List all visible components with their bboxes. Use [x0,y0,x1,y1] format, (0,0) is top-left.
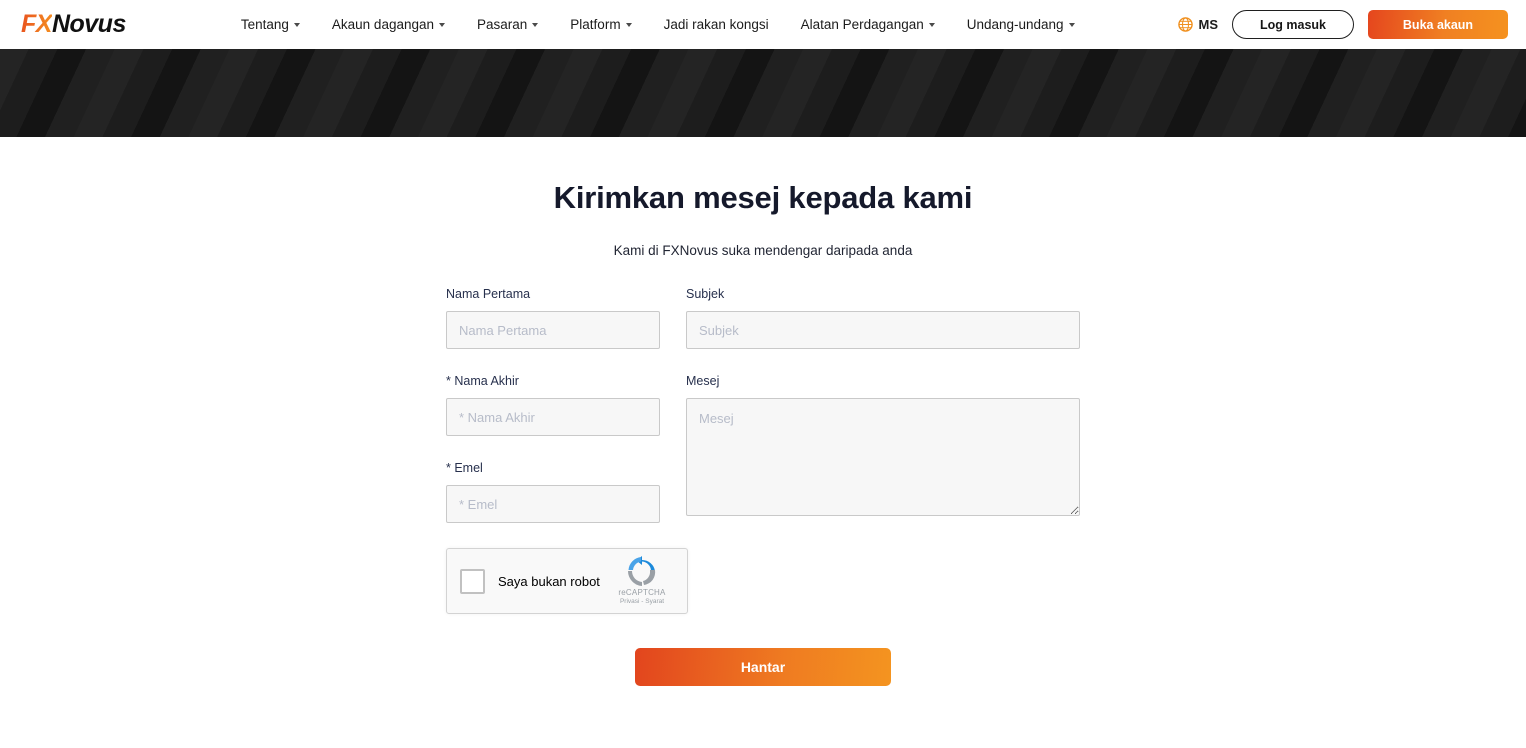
header-actions: MS Log masuk Buka akaun [1177,0,1508,49]
page-title: Kirimkan mesej kepada kami [553,180,973,215]
recaptcha-brand-text: reCAPTCHA [618,588,666,597]
site-header: FXNovus Tentang Akaun dagangan Pasaran P… [0,0,1526,49]
field-email: * Emel [446,461,660,523]
form-column-right: Subjek Mesej [686,287,1080,614]
language-selector[interactable]: MS [1177,17,1219,32]
primary-navigation: Tentang Akaun dagangan Pasaran Platform … [225,0,1091,49]
recaptcha-label: Saya bukan robot [498,573,600,589]
contact-form: Nama Pertama * Nama Akhir * Emel Saya bu… [446,258,1080,614]
submit-row: Hantar [446,614,1080,746]
subject-input[interactable] [686,311,1080,349]
nav-item-label: Undang-undang [966,17,1064,32]
logo-novus-text: Novus [51,10,126,38]
subject-label: Subjek [686,287,725,301]
chevron-down-icon [532,23,539,27]
field-subject: Subjek [686,287,1080,349]
field-last-name: * Nama Akhir [446,374,660,436]
main-content: Kirimkan mesej kepada kami Kami di FXNov… [0,137,1526,746]
globe-icon [1177,17,1193,32]
chevron-down-icon [928,23,935,27]
recaptcha-privacy-link[interactable]: Privasi [620,598,640,605]
chevron-down-icon [293,23,300,27]
nav-item-label: Akaun dagangan [331,17,434,32]
submit-button[interactable]: Hantar [635,648,891,686]
nav-item-alatan-perdagangan[interactable]: Alatan Perdagangan [785,0,951,49]
hero-banner [0,49,1526,137]
recaptcha-terms-link[interactable]: Syarat [645,598,664,605]
recaptcha-icon [627,556,656,586]
field-message: Mesej [686,374,1080,521]
nav-item-label: Pasaran [477,17,528,32]
recaptcha-branding: reCAPTCHA Privasi - Syarat [606,555,678,605]
last-name-label: * Nama Akhir [446,374,519,388]
login-button[interactable]: Log masuk [1232,10,1354,39]
first-name-input[interactable] [446,311,660,349]
recaptcha-separator: - [641,598,644,605]
recaptcha-widget[interactable]: Saya bukan robot reCAPTCHA Privasi - Sya… [446,548,688,614]
field-first-name: Nama Pertama [446,287,660,349]
email-label: * Emel [446,461,483,475]
recaptcha-checkbox[interactable] [460,568,485,594]
nav-item-akaun-dagangan[interactable]: Akaun dagangan [316,0,461,49]
nav-item-label: Tentang [240,17,289,32]
page-subtitle: Kami di FXNovus suka mendengar daripada … [613,243,913,258]
language-code: MS [1198,17,1219,32]
nav-item-pasaran[interactable]: Pasaran [461,0,554,49]
recaptcha-legal-links: Privasi - Syarat [606,598,678,605]
first-name-label: Nama Pertama [446,287,531,301]
chevron-down-icon [1068,23,1075,27]
open-account-button[interactable]: Buka akaun [1368,10,1508,39]
nav-item-label: Platform [570,17,621,32]
nav-item-tentang[interactable]: Tentang [225,0,316,49]
message-textarea[interactable] [686,398,1080,516]
form-column-left: Nama Pertama * Nama Akhir * Emel Saya bu… [446,287,688,614]
chevron-down-icon [625,23,632,27]
brand-logo[interactable]: FXNovus [21,12,126,37]
last-name-input[interactable] [446,398,660,436]
nav-item-label: Jadi rakan kongsi [663,17,769,32]
chevron-down-icon [439,23,445,27]
nav-item-label: Alatan Perdagangan [800,17,924,32]
email-input[interactable] [446,485,660,523]
nav-item-jadi-rakan-kongsi[interactable]: Jadi rakan kongsi [648,0,785,49]
logo-fx-text: FX [21,10,52,38]
message-label: Mesej [686,374,720,388]
nav-item-platform[interactable]: Platform [554,0,647,49]
nav-item-undang-undang[interactable]: Undang-undang [951,0,1091,49]
